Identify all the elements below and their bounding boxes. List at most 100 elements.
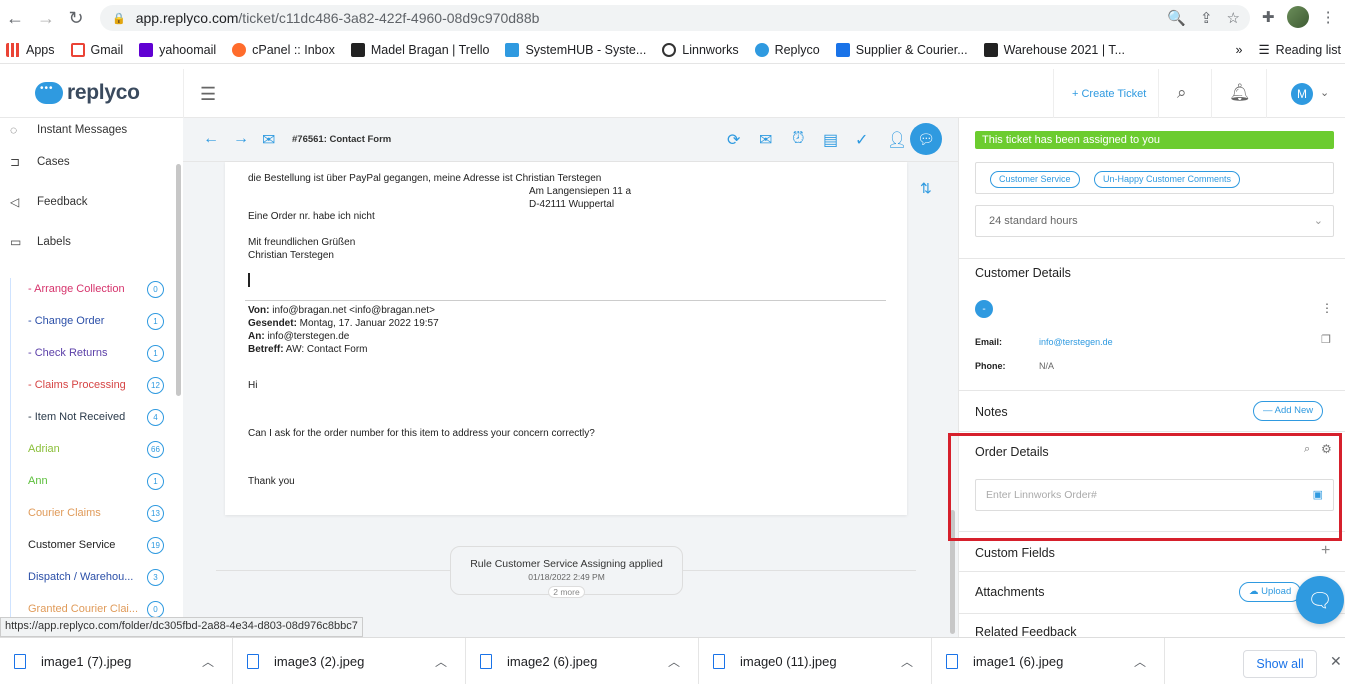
chevron-up-icon[interactable]: ︿ xyxy=(668,653,680,670)
reading-list[interactable]: ☰ Reading list xyxy=(1258,42,1341,58)
label-check-returns[interactable]: - Check Returns 1 xyxy=(0,337,183,369)
chevron-up-icon[interactable]: ︿ xyxy=(435,653,447,670)
download-item[interactable]: image0 (11).jpeg ︿ xyxy=(699,638,932,684)
status-url: https://app.replyco.com/folder/dc305fbd-… xyxy=(0,617,363,637)
copy-icon[interactable]: ❐ xyxy=(1321,333,1331,346)
bookmark-label: Gmail xyxy=(90,42,124,57)
zoom-icon[interactable]: 🔍 xyxy=(1167,9,1186,27)
label-text: Adrian xyxy=(28,443,60,455)
more-events-button[interactable]: 2 more xyxy=(548,586,585,598)
kebab-menu-icon[interactable]: ⋮ xyxy=(1321,301,1333,315)
chevron-up-icon[interactable]: ︿ xyxy=(1134,653,1146,670)
chevron-up-icon[interactable]: ︿ xyxy=(202,653,214,670)
back-icon[interactable]: ← xyxy=(2,5,28,31)
sort-icon[interactable]: ⇅ xyxy=(920,180,932,197)
url-host: app.replyco.com xyxy=(135,10,239,26)
bell-icon[interactable]: 🔔︎ xyxy=(1229,83,1251,103)
bookmark-trello[interactable]: Madel Bragan | Trello xyxy=(350,42,489,57)
archive-icon[interactable]: ▤ xyxy=(823,130,838,150)
plus-icon[interactable]: + xyxy=(1321,542,1330,560)
bookmark-supplier[interactable]: Supplier & Courier... xyxy=(835,42,968,57)
label-adrian[interactable]: Adrian 66 xyxy=(0,433,183,465)
chat-icon[interactable]: 💬︎ xyxy=(910,123,942,155)
customer-email-link[interactable]: info@terstegen.de xyxy=(1039,337,1113,347)
label-item-not-received[interactable]: - Item Not Received 4 xyxy=(0,401,183,433)
label-courier-claims[interactable]: Courier Claims 13 xyxy=(0,497,183,529)
sidebar-item-labels[interactable]: ▭ Labels xyxy=(0,222,183,262)
download-item[interactable]: image2 (6).jpeg ︿ xyxy=(466,638,699,684)
chevron-down-icon[interactable]: ⌄ xyxy=(1320,86,1329,99)
sidebar-scrollbar[interactable] xyxy=(176,164,181,396)
share-icon[interactable]: ⇪ xyxy=(1200,9,1213,27)
customer-phone: N/A xyxy=(1039,361,1055,371)
rule-date: 01/18/2022 2:49 PM xyxy=(528,572,605,582)
sidebar-item-instant-messages[interactable]: ◌ Instant Messages xyxy=(0,118,183,142)
mail-icon[interactable]: ✉ xyxy=(759,130,772,150)
image-file-icon xyxy=(247,654,259,669)
label-text: Courier Claims xyxy=(28,507,101,519)
logo-bubble-icon xyxy=(35,82,63,104)
checkmark-icon[interactable]: ✓ xyxy=(855,130,868,150)
replyco-logo[interactable]: replyco xyxy=(35,81,140,105)
label-claims-processing[interactable]: - Claims Processing 12 xyxy=(0,369,183,401)
download-item[interactable]: image1 (6).jpeg ︿ xyxy=(932,638,1165,684)
assign-user-icon[interactable]: 👤︎ xyxy=(887,130,907,150)
bookmark-replyco[interactable]: Replyco xyxy=(754,42,820,57)
show-all-button[interactable]: Show all xyxy=(1243,650,1317,678)
star-icon[interactable]: ☆ xyxy=(1227,9,1240,27)
label-change-order[interactable]: - Change Order 1 xyxy=(0,305,183,337)
upload-button[interactable]: ☁︎ Upload xyxy=(1239,582,1302,602)
arrow-left-icon[interactable]: ← xyxy=(203,130,219,148)
phone-label: Phone: xyxy=(975,361,1006,371)
hamburger-menu-icon[interactable]: ☰ xyxy=(200,84,216,105)
alarm-icon[interactable]: ⏰︎ xyxy=(792,130,804,148)
bookmark-apps[interactable]: Apps xyxy=(6,42,55,57)
quote-sent: Gesendet: Montag, 17. Januar 2022 19:57 xyxy=(248,318,439,329)
sla-select[interactable]: 24 standard hours ⌄ xyxy=(975,205,1334,237)
email-label: Email: xyxy=(975,337,1003,347)
bookmark-gmail[interactable]: Gmail xyxy=(70,42,124,57)
address-bar[interactable]: 🔒 app.replyco.com/ticket/c11dc486-3a82-4… xyxy=(100,5,1250,31)
menu-kebab-icon[interactable]: ⋮ xyxy=(1321,8,1336,26)
tag-unhappy-customer[interactable]: Un-Happy Customer Comments xyxy=(1094,171,1241,188)
extensions-icon[interactable]: ✚ xyxy=(1262,8,1275,26)
help-chat-icon[interactable]: 🗨︎ xyxy=(1296,576,1344,624)
label-arrange-collection[interactable]: - Arrange Collection 0 xyxy=(0,273,183,305)
sidebar-item-cases[interactable]: ⊐ Cases xyxy=(0,142,183,182)
search-icon[interactable]: ⌕ xyxy=(1177,83,1187,103)
forward-icon[interactable]: → xyxy=(33,5,59,31)
create-ticket-button[interactable]: + Create Ticket xyxy=(1072,88,1146,100)
email-line: D-42111 Wuppertal xyxy=(529,199,615,210)
user-avatar[interactable]: M xyxy=(1291,83,1313,105)
label-ann[interactable]: Ann 1 xyxy=(0,465,183,497)
more-bookmarks-icon[interactable]: » xyxy=(1236,43,1243,57)
folder-icon: ▭ xyxy=(10,235,22,249)
tag-customer-service[interactable]: Customer Service xyxy=(990,171,1080,188)
bookmark-yahoomail[interactable]: yahoomail xyxy=(139,42,216,57)
refresh-icon[interactable]: ⟳ xyxy=(727,130,740,150)
sidebar-item-feedback[interactable]: ◁ Feedback xyxy=(0,182,183,222)
related-feedback-title: Related Feedback xyxy=(975,625,1077,637)
email-line: Eine Order nr. habe ich nicht xyxy=(248,211,375,222)
tags-field[interactable]: Customer Service Un-Happy Customer Comme… xyxy=(975,162,1334,194)
profile-avatar[interactable] xyxy=(1286,6,1309,28)
label-count-badge: 12 xyxy=(147,376,164,394)
bookmark-cpanel[interactable]: cPanel :: Inbox xyxy=(232,42,335,57)
add-note-button[interactable]: — Add New xyxy=(1253,401,1324,421)
download-filename: image3 (2).jpeg xyxy=(274,654,365,669)
label-customer-service[interactable]: Customer Service 19 xyxy=(0,529,183,561)
reload-icon[interactable]: ↻ xyxy=(63,5,89,31)
chevron-up-icon[interactable]: ︿ xyxy=(901,653,913,670)
customer-avatar[interactable]: - xyxy=(975,300,993,318)
bookmark-warehouse[interactable]: Warehouse 2021 | T... xyxy=(983,42,1125,57)
arrow-right-icon[interactable]: → xyxy=(233,130,249,148)
bookmark-linnworks[interactable]: Linnworks xyxy=(662,42,739,57)
bookmark-systemhub[interactable]: SystemHUB - Syste... xyxy=(505,42,646,57)
download-filename: image2 (6).jpeg xyxy=(507,654,598,669)
bookmark-label: Apps xyxy=(26,42,55,57)
download-item[interactable]: image3 (2).jpeg ︿ xyxy=(233,638,466,684)
replyco-icon xyxy=(754,42,769,57)
download-item[interactable]: image1 (7).jpeg ︿ xyxy=(0,638,233,684)
close-icon[interactable]: ✕ xyxy=(1330,653,1342,670)
label-dispatch-warehouse[interactable]: Dispatch / Warehou... 3 xyxy=(0,561,183,593)
